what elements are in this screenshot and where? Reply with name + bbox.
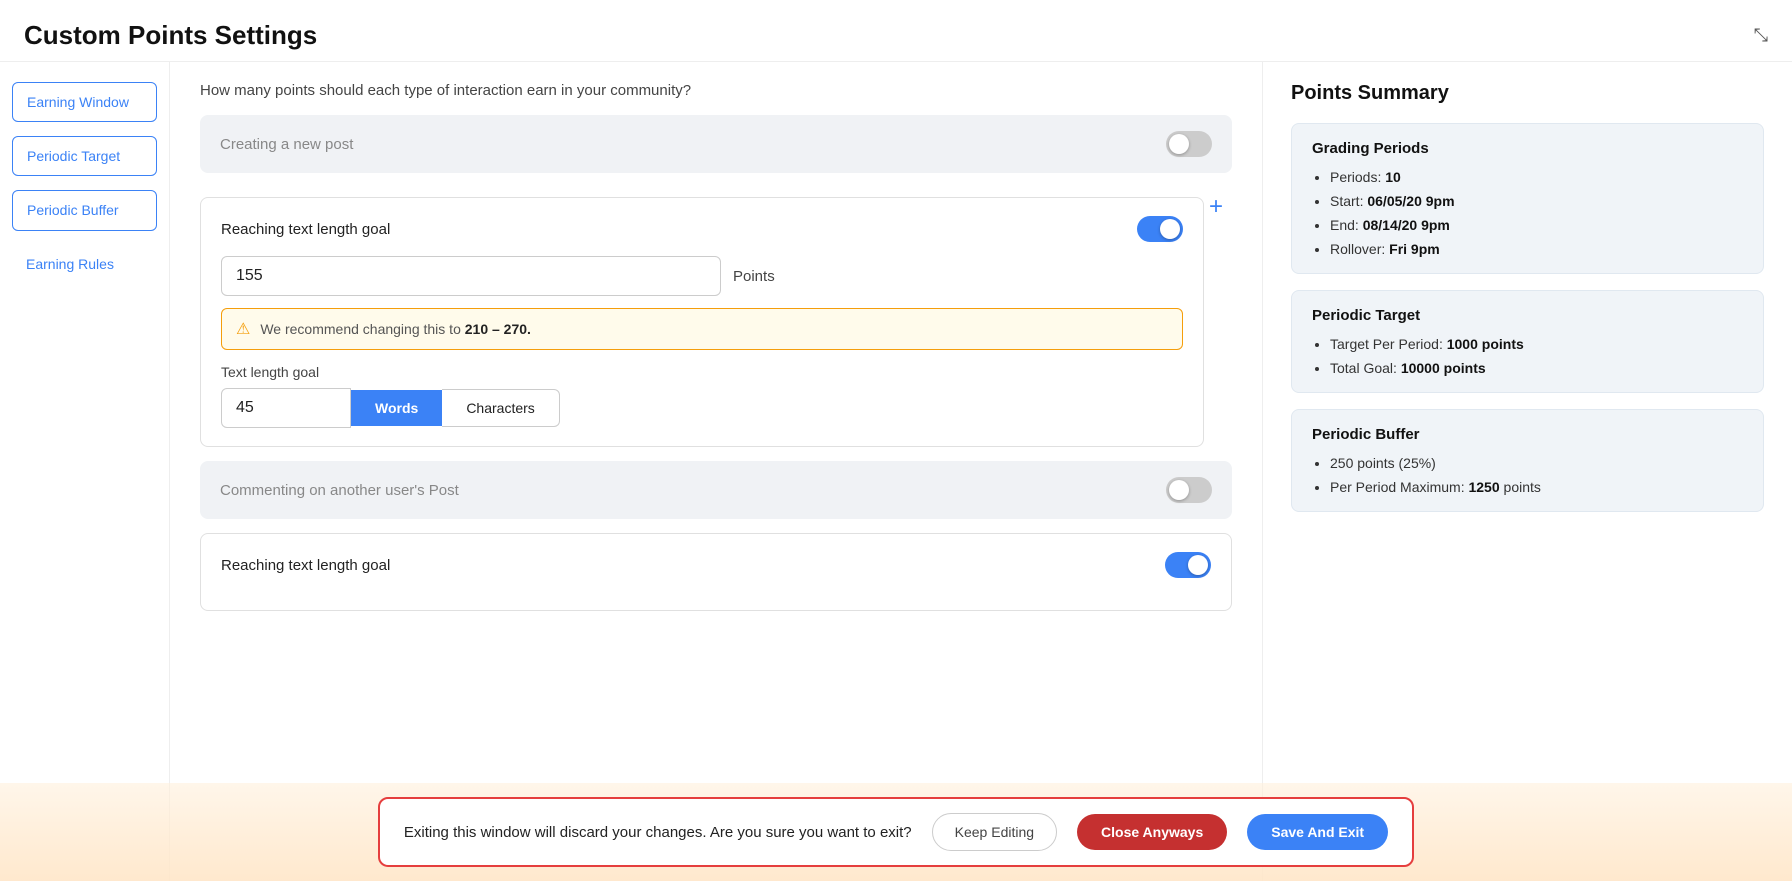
toggle-new-post[interactable] xyxy=(1166,131,1212,157)
periodic-buffer-item-0: 250 points (25%) xyxy=(1330,455,1743,471)
interaction-label-comment: Commenting on another user's Post xyxy=(220,482,459,499)
interaction-label-new-post: Creating a new post xyxy=(220,136,353,153)
words-button[interactable]: Words xyxy=(351,390,442,426)
sidebar-item-earning-rules[interactable]: Earning Rules xyxy=(12,245,157,283)
exit-message: Exiting this window will discard your ch… xyxy=(404,824,912,841)
grading-periods-item-3: Rollover: Fri 9pm xyxy=(1330,241,1743,257)
grading-periods-title: Grading Periods xyxy=(1312,140,1743,157)
sub-label-text-length-2: Reaching text length goal xyxy=(221,557,390,574)
text-length-input[interactable] xyxy=(221,388,351,428)
interaction-block-new-post: Creating a new post xyxy=(200,115,1232,173)
characters-button[interactable]: Characters xyxy=(442,389,559,427)
text-length-section: Text length goal Words Characters xyxy=(221,364,1183,428)
summary-card-grading-periods: Grading Periods Periods: 10 Start: 06/05… xyxy=(1291,123,1764,274)
sidebar: Earning Window Periodic Target Periodic … xyxy=(0,62,170,881)
grading-periods-item-0: Periods: 10 xyxy=(1330,169,1743,185)
toggle-text-length-2[interactable] xyxy=(1165,552,1211,578)
close-anyways-button[interactable]: Close Anyways xyxy=(1077,814,1227,850)
sidebar-item-periodic-buffer[interactable]: Periodic Buffer xyxy=(12,190,157,230)
sub-block-text-length: Reaching text length goal Points xyxy=(200,197,1204,447)
periodic-target-item-1: Total Goal: 10000 points xyxy=(1330,360,1743,376)
periodic-buffer-title: Periodic Buffer xyxy=(1312,426,1743,443)
grading-periods-item-1: Start: 06/05/20 9pm xyxy=(1330,193,1743,209)
bottom-bar: Exiting this window will discard your ch… xyxy=(0,783,1792,881)
toggle-text-length[interactable] xyxy=(1137,216,1183,242)
sidebar-item-periodic-target[interactable]: Periodic Target xyxy=(12,136,157,176)
grading-periods-item-2: End: 08/14/20 9pm xyxy=(1330,217,1743,233)
sidebar-item-earning-window[interactable]: Earning Window xyxy=(12,82,157,122)
periodic-target-title: Periodic Target xyxy=(1312,307,1743,324)
warning-text: We recommend changing this to 210 – 270. xyxy=(260,321,531,337)
collapse-icon[interactable]: ⤡ xyxy=(1754,25,1768,46)
toggle-comment[interactable] xyxy=(1166,477,1212,503)
interaction-block-comment: Commenting on another user's Post xyxy=(200,461,1232,519)
text-length-goal-label: Text length goal xyxy=(221,364,1183,380)
periodic-buffer-item-1: Per Period Maximum: 1250 points xyxy=(1330,479,1743,495)
page-title: Custom Points Settings xyxy=(24,20,317,51)
points-label: Points xyxy=(733,268,775,285)
add-interaction-button[interactable]: + xyxy=(1200,191,1232,223)
content-area: How many points should each type of inte… xyxy=(170,62,1262,881)
summary-card-periodic-target: Periodic Target Target Per Period: 1000 … xyxy=(1291,290,1764,393)
sub-label-text-length: Reaching text length goal xyxy=(221,221,390,238)
content-description: How many points should each type of inte… xyxy=(200,82,1232,99)
summary-card-periodic-buffer: Periodic Buffer 250 points (25%) Per Per… xyxy=(1291,409,1764,512)
summary-title: Points Summary xyxy=(1291,82,1764,105)
points-input-text-length[interactable] xyxy=(221,256,721,296)
sub-block-text-length-2: Reaching text length goal xyxy=(200,533,1232,611)
warning-icon: ⚠ xyxy=(236,319,250,339)
summary-panel: Points Summary Grading Periods Periods: … xyxy=(1262,62,1792,881)
keep-editing-button[interactable]: Keep Editing xyxy=(932,813,1057,851)
warning-box: ⚠ We recommend changing this to 210 – 27… xyxy=(221,308,1183,350)
periodic-target-item-0: Target Per Period: 1000 points xyxy=(1330,336,1743,352)
save-and-exit-button[interactable]: Save And Exit xyxy=(1247,814,1388,850)
